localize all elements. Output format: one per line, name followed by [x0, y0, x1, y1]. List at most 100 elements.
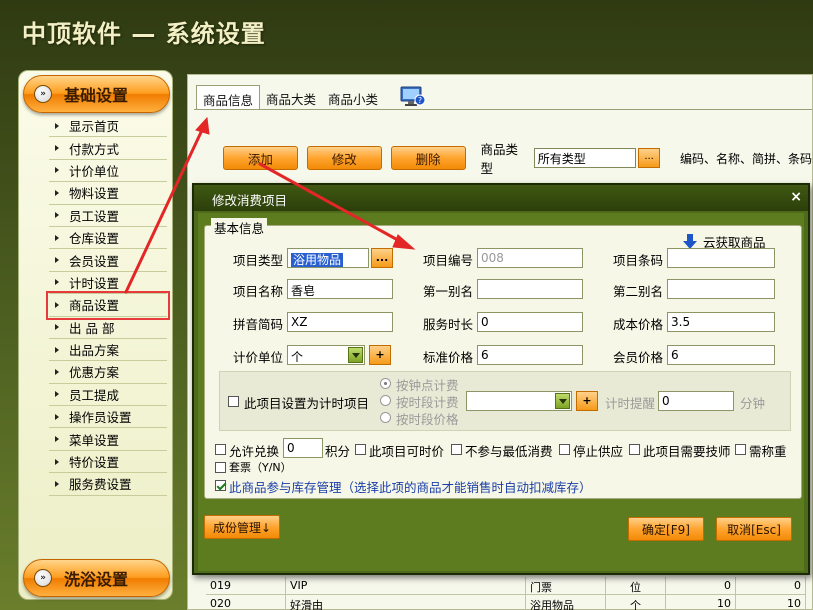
cost-price-field[interactable]: 3.5: [667, 312, 775, 332]
bullet-icon: [55, 257, 59, 264]
points-label: 积分: [325, 444, 351, 459]
bullet-icon: [55, 391, 59, 398]
dialog-title: 修改消费项目: [212, 193, 288, 208]
need-weigh-checkbox[interactable]: [735, 444, 746, 455]
allow-exchange-checkbox[interactable]: [215, 444, 226, 455]
delete-button[interactable]: 删除: [390, 146, 466, 170]
sidebar-item-service-fee[interactable]: 服务费设置: [49, 473, 167, 496]
tab-goods-category[interactable]: 商品大类: [260, 85, 322, 109]
alias1-field[interactable]: [477, 279, 583, 299]
sidebar-section-label: 基础设置: [64, 86, 129, 105]
ok-button[interactable]: 确定[F9]: [628, 517, 704, 541]
goods-type-field[interactable]: 所有类型: [533, 148, 637, 168]
tab-goods-subcategory[interactable]: 商品小类: [322, 85, 384, 109]
sidebar-item-label: 计时设置: [69, 275, 120, 291]
exchange-points-field[interactable]: 0: [283, 438, 323, 458]
sidebar-item-label: 服务费设置: [69, 477, 132, 493]
table-row[interactable]: 020 好滑由 浴用物品 个 10 10: [206, 595, 806, 610]
cell-category: 门票: [526, 577, 606, 594]
no-min-consumption-checkbox[interactable]: [451, 444, 462, 455]
cancel-button[interactable]: 取消[Esc]: [716, 517, 792, 541]
member-price-label: 会员价格: [613, 350, 664, 365]
inventory-checkbox[interactable]: [215, 480, 226, 491]
sidebar-item-output-dept[interactable]: 出 品 部: [49, 317, 167, 339]
table-row[interactable]: 019 VIP 门票 位 0 0: [206, 577, 806, 595]
sidebar-item-unit[interactable]: 计价单位: [49, 160, 167, 183]
chevron-down-icon[interactable]: [555, 393, 570, 409]
bullet-icon: [55, 122, 59, 129]
sidebar: » 基础设置 显示首页 付款方式 计价单位 物料设置 员工设置 仓库设置 会员设…: [18, 70, 173, 600]
stop-supply-checkbox[interactable]: [559, 444, 570, 455]
sidebar-item-warehouse[interactable]: 仓库设置: [49, 227, 167, 250]
goods-table: 019 VIP 门票 位 0 0 020 好滑由 浴用物品 个 10 10: [206, 577, 806, 610]
radio-by-clock[interactable]: [380, 378, 391, 389]
sidebar-item-timer[interactable]: 计时设置: [49, 272, 167, 295]
sidebar-item-label: 优惠方案: [69, 365, 120, 381]
sidebar-item-payment[interactable]: 付款方式: [49, 137, 167, 160]
sidebar-item-staff[interactable]: 员工设置: [49, 205, 167, 227]
sidebar-item-commission[interactable]: 员工提成: [49, 384, 167, 407]
cell-name: 好滑由: [286, 595, 526, 610]
package-ticket-checkbox[interactable]: [215, 462, 226, 473]
close-icon[interactable]: ×: [790, 189, 802, 205]
alias2-field[interactable]: [667, 279, 775, 299]
bullet-icon: [55, 480, 59, 487]
minutes-label: 分钟: [740, 396, 766, 411]
sidebar-item-member[interactable]: 会员设置: [49, 249, 167, 272]
sidebar-item-output-plan[interactable]: 出品方案: [49, 339, 167, 362]
add-button[interactable]: 添加: [223, 146, 298, 170]
item-type-label: 项目类型: [233, 253, 284, 268]
item-type-field[interactable]: 浴用物品: [287, 248, 369, 268]
cell-category: 浴用物品: [526, 595, 606, 610]
bullet-icon: [55, 145, 59, 152]
timer-plan-select[interactable]: [466, 391, 572, 411]
timer-reminder-field[interactable]: 0: [658, 391, 734, 411]
sidebar-item-label: 物料设置: [69, 186, 120, 202]
sidebar-item-special-price[interactable]: 特价设置: [49, 451, 167, 474]
item-code-field[interactable]: 008: [477, 248, 583, 268]
item-name-field[interactable]: 香皂: [287, 279, 393, 299]
time-price-checkbox[interactable]: [355, 444, 366, 455]
sidebar-section-label: 洗浴设置: [64, 570, 129, 589]
member-price-field[interactable]: 6: [667, 345, 775, 365]
sidebar-section-bath[interactable]: » 洗浴设置: [23, 559, 170, 597]
time-price-label: 此项目可时价: [369, 444, 445, 459]
item-type-browse-button[interactable]: ...: [371, 248, 393, 268]
svg-text:?: ?: [418, 96, 422, 105]
pinyin-field[interactable]: XZ: [287, 312, 393, 332]
bullet-icon: [55, 189, 59, 196]
sidebar-item-operator[interactable]: 操作员设置: [49, 406, 167, 429]
tab-goods-info[interactable]: 商品信息: [196, 85, 261, 109]
barcode-field[interactable]: [667, 248, 775, 268]
sidebar-item-goods[interactable]: 商品设置: [46, 291, 170, 320]
bullet-icon: [55, 368, 59, 375]
service-duration-field[interactable]: 0: [477, 312, 583, 332]
monitor-help-icon[interactable]: ?: [400, 85, 426, 107]
chevron-right-icon: »: [34, 569, 52, 587]
add-unit-button[interactable]: +: [369, 345, 391, 365]
inventory-label: 此商品参与库存管理（选择此项的商品才能销售时自动扣减库存）: [229, 480, 592, 495]
timer-item-checkbox[interactable]: [228, 396, 239, 407]
stop-supply-label: 停止供应: [573, 444, 624, 459]
sidebar-item-discount[interactable]: 优惠方案: [49, 361, 167, 384]
bullet-icon: [55, 436, 59, 443]
ingredient-management-button[interactable]: 成份管理↓: [204, 515, 280, 539]
unit-select[interactable]: 个: [287, 345, 365, 365]
standard-price-field[interactable]: 6: [477, 345, 583, 365]
unit-label: 计价单位: [233, 350, 284, 365]
radio-by-period-price[interactable]: [380, 412, 391, 423]
add-timer-plan-button[interactable]: +: [576, 391, 598, 411]
allow-exchange-label: 允许兑换: [229, 444, 280, 459]
sidebar-item-menu[interactable]: 菜单设置: [49, 428, 167, 451]
radio-by-period[interactable]: [380, 395, 391, 406]
goods-type-browse-button[interactable]: ...: [638, 148, 660, 168]
sidebar-item-label: 仓库设置: [69, 231, 120, 247]
sidebar-item-label: 计价单位: [69, 163, 120, 179]
need-technician-checkbox[interactable]: [629, 444, 640, 455]
edit-button[interactable]: 修改: [306, 146, 382, 170]
chevron-down-icon[interactable]: [348, 347, 363, 363]
sidebar-item-home[interactable]: 显示首页: [49, 115, 167, 138]
sidebar-item-material[interactable]: 物料设置: [49, 182, 167, 205]
toolbar: 添加 修改 删除 商品类型 所有类型 ... 编码、名称、简拼、条码: [223, 139, 812, 177]
sidebar-section-basic[interactable]: » 基础设置: [23, 75, 170, 113]
